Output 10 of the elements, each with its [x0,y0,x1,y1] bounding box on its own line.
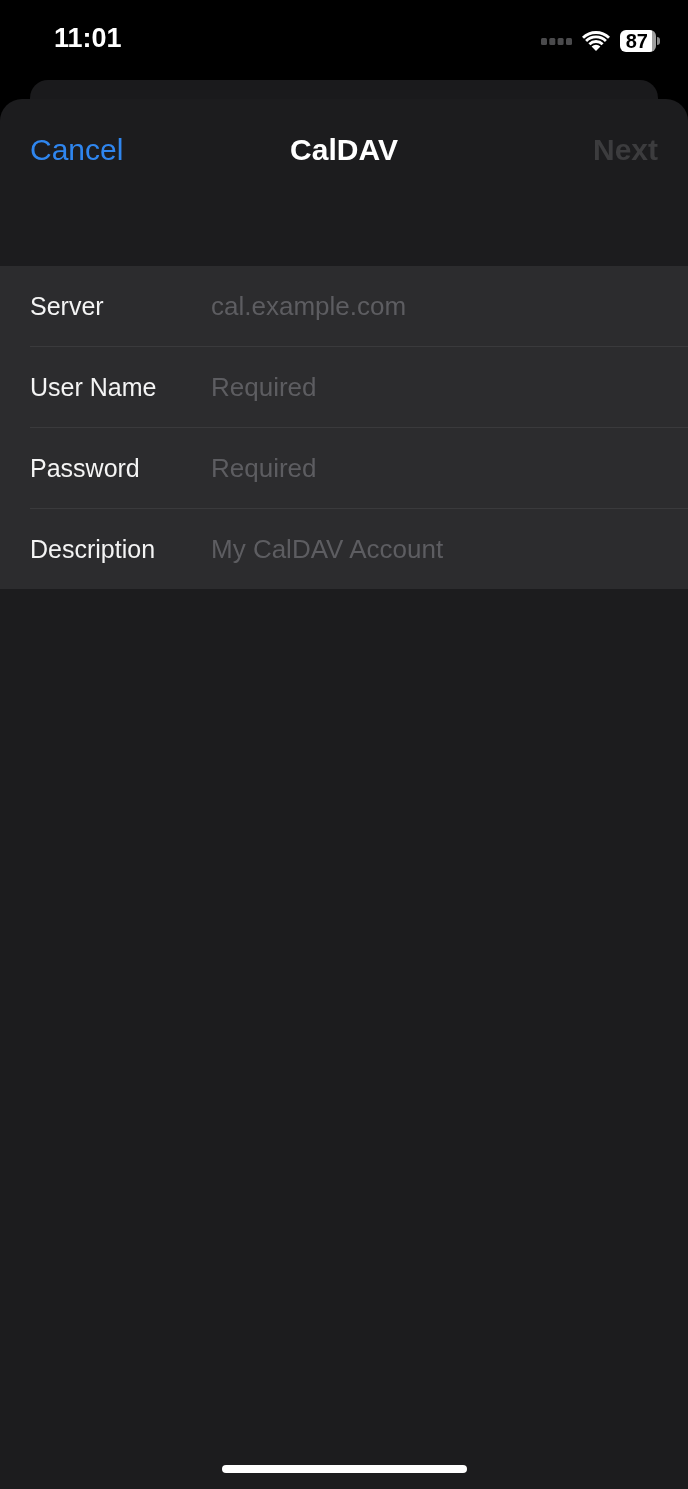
wifi-icon [581,31,610,51]
field-label: Password [30,453,141,483]
battery-indicator: 87 [619,30,660,52]
field-label: User Name [30,372,158,402]
cellular-signal-icon [540,37,572,45]
field-label: Description [30,534,157,564]
cancel-button[interactable]: Cancel [30,133,124,167]
status-time: 11:01 [54,22,122,54]
nav-title: CalDAV [290,133,398,167]
field-label: Server [30,291,105,321]
